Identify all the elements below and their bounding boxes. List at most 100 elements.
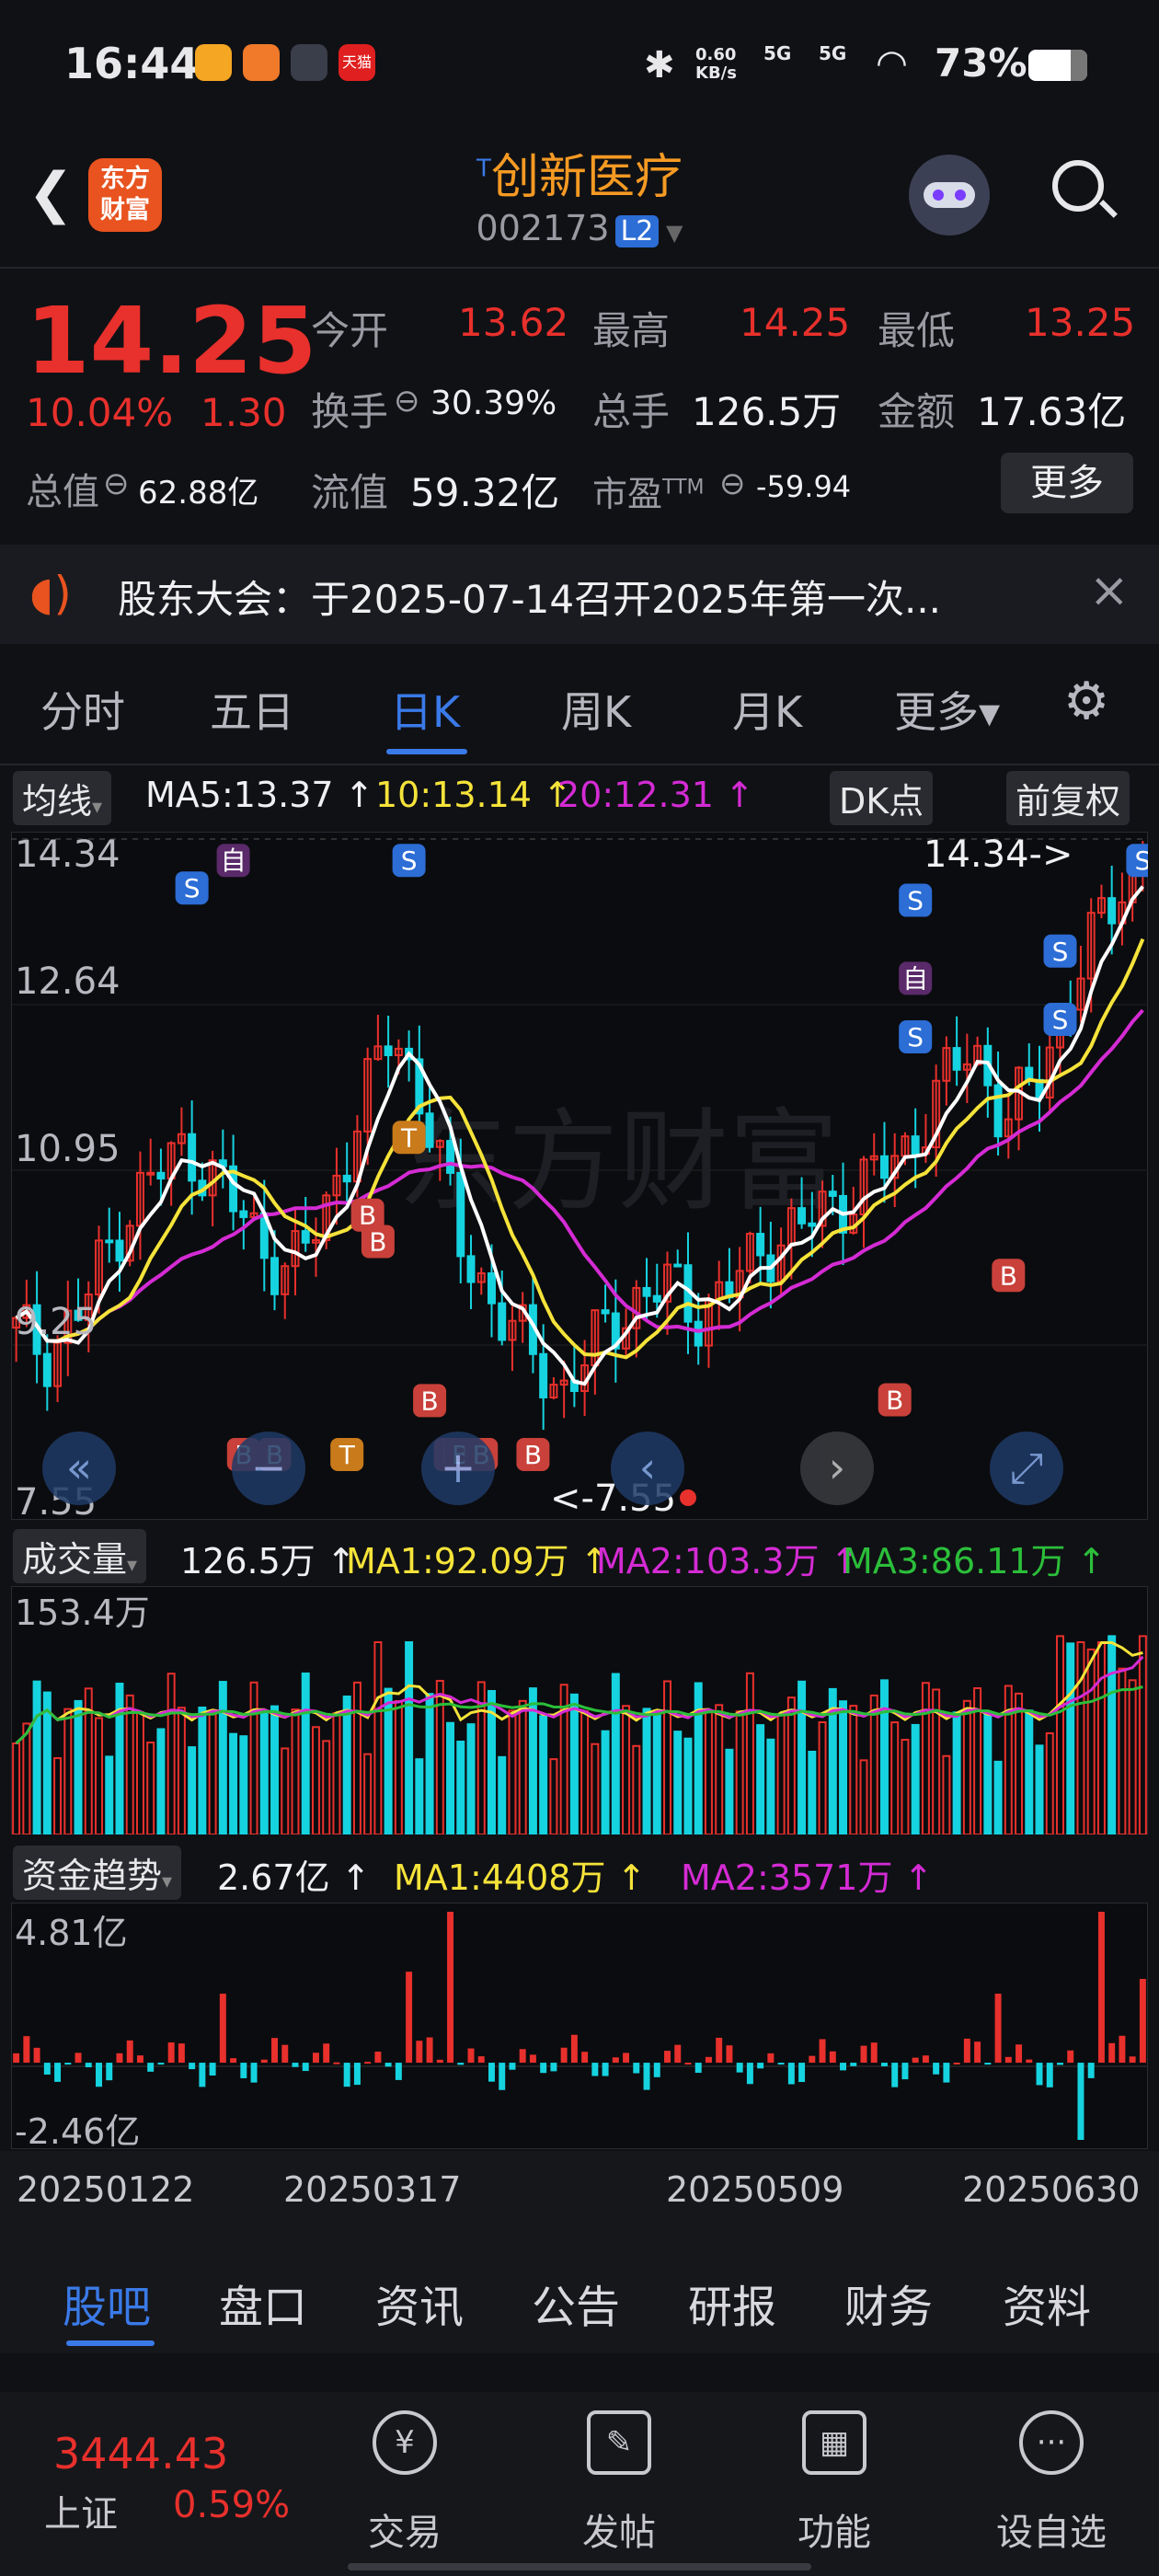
- compose-icon[interactable]: ✎: [587, 2410, 651, 2475]
- volume-bar: [652, 1714, 661, 1834]
- fund-bar: [353, 2063, 361, 2086]
- search-icon[interactable]: [1052, 160, 1118, 218]
- tab-monthly-k[interactable]: 月K: [732, 679, 802, 740]
- kline-chart[interactable]: 东方财富 S自BBTBBSTBBBBBBS自SBSSS 14.34 12.64 …: [11, 832, 1148, 1520]
- volume-bar: [756, 1724, 765, 1834]
- date-axis: 20250122 20250317 20250509 20250630: [0, 2151, 1159, 2243]
- scroll-left-button[interactable]: ‹: [611, 1432, 684, 1505]
- pe-super: TTM: [662, 476, 705, 500]
- high-value: 14.25: [740, 300, 851, 345]
- nav-function[interactable]: 功能: [761, 2502, 908, 2556]
- tab-five-day[interactable]: 五日: [210, 679, 294, 740]
- volume-ymax: 153.4万: [15, 1593, 150, 1633]
- tab-news[interactable]: 资讯: [375, 2271, 464, 2335]
- fund-bar: [529, 2054, 536, 2064]
- home-indicator: [348, 2563, 811, 2570]
- date-label: 20250122: [17, 2169, 195, 2210]
- fund-bar: [726, 2045, 733, 2064]
- zoom-out-button[interactable]: −: [232, 1432, 305, 1505]
- grid-function-icon[interactable]: ▦: [802, 2410, 866, 2475]
- tab-weekly-k[interactable]: 周K: [561, 679, 631, 740]
- fund-bar: [612, 2057, 619, 2064]
- volume-bar: [456, 1741, 465, 1834]
- close-icon[interactable]: ×: [1089, 563, 1130, 618]
- stock-code: 002173: [476, 208, 610, 248]
- y-axis-label: 9.25: [15, 1301, 97, 1343]
- ma-indicator-select[interactable]: 均线▾: [13, 771, 112, 825]
- volume-indicator-label: 成交量: [22, 1539, 128, 1580]
- nav-watchlist[interactable]: 设自选: [978, 2502, 1125, 2556]
- nav-post[interactable]: 发帖: [545, 2502, 693, 2556]
- fund-bar: [994, 1994, 1002, 2064]
- tab-pankou[interactable]: 盘口: [219, 2271, 307, 2335]
- fund-bar: [705, 2056, 712, 2064]
- fund-bar: [116, 2053, 123, 2064]
- date-label: 20250317: [283, 2169, 462, 2210]
- candle-body: [993, 1084, 1003, 1138]
- fund-bar: [643, 2063, 650, 2090]
- fund-bar: [581, 2052, 589, 2064]
- fund-indicator-select[interactable]: 资金趋势▾: [13, 1846, 182, 1900]
- fund-bar: [199, 2063, 206, 2087]
- tab-finance[interactable]: 财务: [844, 2271, 933, 2335]
- current-price: 14.25: [26, 287, 317, 395]
- volume-bar: [569, 1693, 579, 1834]
- candle-body: [652, 1294, 661, 1303]
- tab-research[interactable]: 研报: [688, 2271, 776, 2335]
- speaker-icon: ◖): [29, 567, 72, 620]
- y-axis-label: 14.34: [15, 834, 120, 876]
- robot-assistant-icon[interactable]: [909, 155, 990, 236]
- more-button[interactable]: 更多: [1001, 453, 1133, 513]
- candle-body: [488, 1272, 496, 1305]
- info-icon[interactable]: ⊖: [103, 466, 130, 502]
- dropdown-arrow-icon: ▾: [92, 796, 103, 819]
- fund-bar: [891, 2063, 899, 2087]
- zoom-in-button[interactable]: +: [421, 1432, 495, 1505]
- candle-body: [239, 1210, 248, 1218]
- tab-minute[interactable]: 分时: [40, 679, 125, 740]
- notice-bar[interactable]: ◖) 股东大会：于2025-07-14召开2025年第一次... ×: [0, 545, 1159, 644]
- info-icon[interactable]: ⊖: [394, 383, 420, 420]
- fund-bar: [64, 2063, 72, 2065]
- volume-indicator-select[interactable]: 成交量▾: [13, 1529, 147, 1583]
- info-icon[interactable]: ⊖: [719, 466, 746, 502]
- amount-value: 17.63亿: [977, 389, 1127, 434]
- low-label: 最低: [878, 308, 956, 353]
- date-label: 20250509: [666, 2169, 844, 2210]
- volume-bar: [32, 1680, 41, 1834]
- more-dots-icon[interactable]: ···: [1019, 2410, 1084, 2475]
- tab-daily-k[interactable]: 日K: [390, 679, 460, 740]
- scroll-left-fast-button[interactable]: «: [42, 1432, 116, 1505]
- tab-announcement[interactable]: 公告: [532, 2271, 620, 2335]
- adjust-button[interactable]: 前复权: [1006, 771, 1130, 825]
- scroll-right-button[interactable]: ›: [800, 1432, 874, 1505]
- high-label: 最高: [592, 308, 671, 353]
- bluetooth-icon: ✱: [644, 44, 675, 86]
- settings-gear-icon[interactable]: ⚙: [1063, 672, 1109, 731]
- fullscreen-button[interactable]: ⤢: [990, 1432, 1063, 1505]
- volume-bar: [415, 1758, 424, 1834]
- stock-code-row[interactable]: 002173 L2 ▼: [0, 208, 1159, 248]
- volume-bar: [270, 1705, 280, 1834]
- dk-point-button[interactable]: DK点: [830, 771, 934, 825]
- signal-label: B: [886, 1385, 903, 1415]
- fund-bar: [447, 1912, 454, 2064]
- trade-yuan-icon[interactable]: ¥: [373, 2410, 437, 2475]
- fund-bar: [189, 2063, 196, 2070]
- network-speed: 0.60 KB/s: [695, 45, 737, 83]
- fund-bar: [75, 2053, 82, 2064]
- tab-more[interactable]: 更多▾: [894, 679, 1000, 740]
- tab-profile[interactable]: 资料: [1003, 2271, 1091, 2335]
- volume-label: 总手: [592, 389, 671, 434]
- bottom-nav: 3444.43 上证 0.59% ¥ 交易 ✎ 发帖 ▦ 功能 ··· 设自选: [0, 2392, 1159, 2576]
- index-value[interactable]: 3444.43: [53, 2429, 228, 2478]
- volume-bar: [301, 1672, 310, 1834]
- nav-trade[interactable]: 交易: [331, 2502, 478, 2556]
- tab-guba[interactable]: 股吧: [63, 2271, 151, 2335]
- volume-ma3: MA3:86.11万 ↑: [843, 1541, 1107, 1581]
- volume-bar: [601, 1730, 610, 1834]
- volume-bar: [405, 1641, 414, 1834]
- volume-bar: [498, 1755, 507, 1834]
- fund-bar: [416, 2041, 423, 2064]
- pe-label-text: 市盈: [592, 474, 663, 514]
